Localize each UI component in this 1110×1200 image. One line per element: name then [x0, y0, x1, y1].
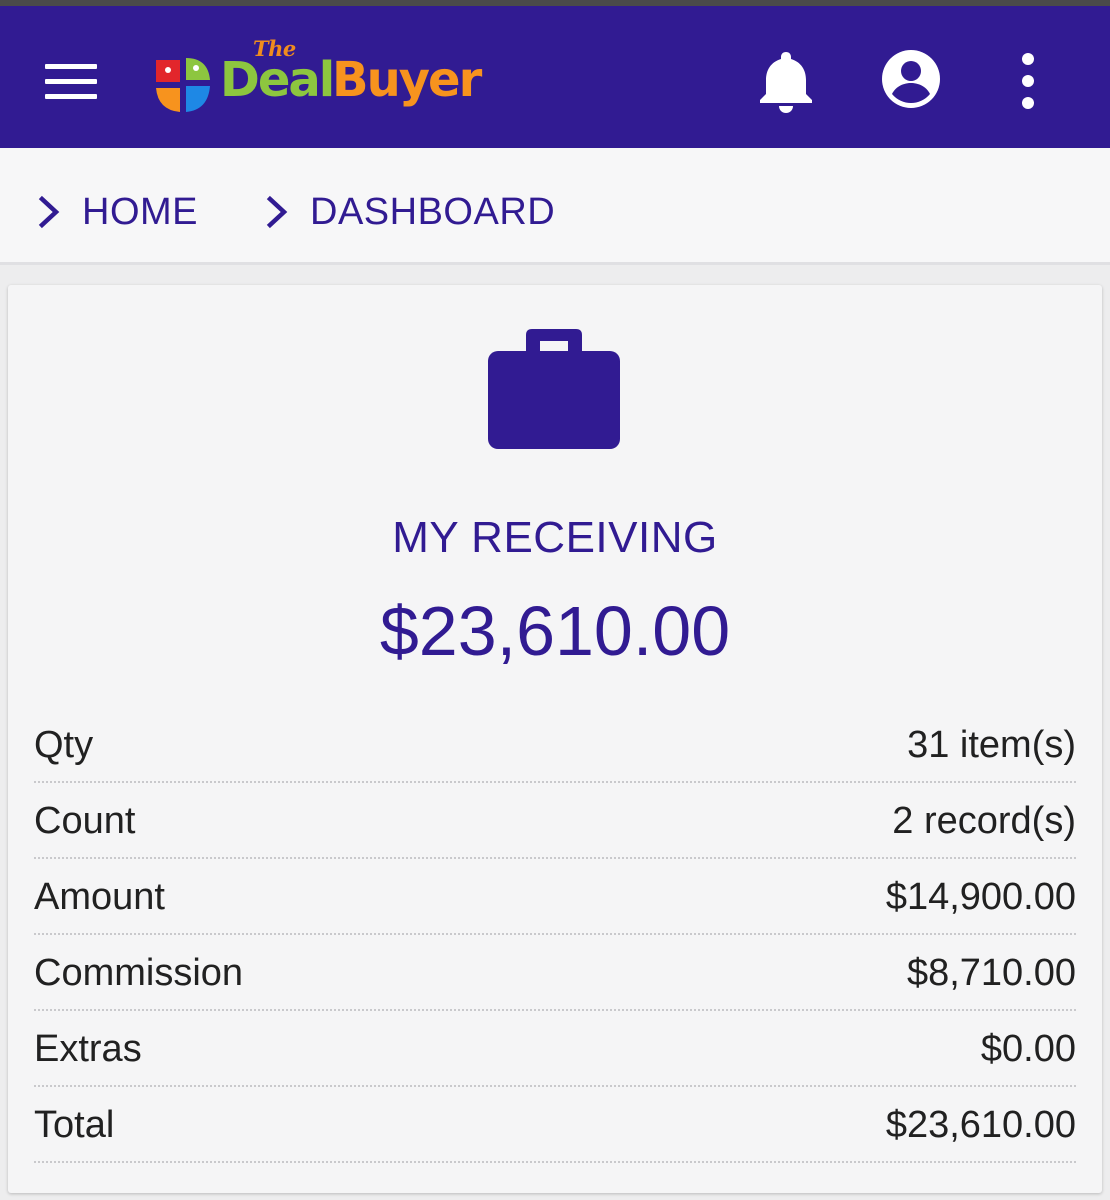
row-value: 31 item(s) [907, 723, 1076, 766]
row-value: $0.00 [980, 1027, 1076, 1070]
summary-row-extras: Extras $0.00 [34, 1013, 1076, 1087]
summary-row-amount: Amount $14,900.00 [34, 861, 1076, 935]
row-value: 2 record(s) [892, 799, 1076, 842]
hamburger-menu-icon [45, 64, 97, 99]
row-label: Extras [34, 1027, 142, 1070]
notifications-button[interactable] [756, 48, 816, 114]
row-value: $14,900.00 [885, 875, 1076, 918]
row-value: $8,710.00 [906, 951, 1076, 994]
receiving-card: MY RECEIVING $23,610.00 Qty 31 item(s) C… [8, 285, 1102, 1193]
breadcrumb-dashboard-label: DASHBOARD [310, 190, 556, 233]
breadcrumb-home-label: HOME [82, 190, 198, 233]
chevron-right-icon [38, 195, 60, 229]
bell-icon [760, 52, 812, 113]
chevron-right-icon [266, 195, 288, 229]
breadcrumb-dashboard[interactable]: DASHBOARD [264, 190, 555, 234]
dealbuyer-logo[interactable]: The Deal Buyer [152, 36, 492, 124]
breadcrumb: HOME DASHBOARD [0, 148, 1110, 265]
more-options-button[interactable] [1008, 50, 1048, 112]
row-label: Commission [34, 951, 244, 994]
row-label: Count [34, 799, 136, 842]
account-circle-icon [882, 50, 940, 108]
logo-deal-text: Deal [220, 52, 335, 108]
more-vertical-icon [1022, 53, 1034, 109]
card-total-amount: $23,610.00 [379, 592, 731, 670]
summary-row-qty: Qty 31 item(s) [34, 709, 1076, 783]
app-bar: The Deal Buyer [0, 6, 1110, 148]
row-label: Qty [34, 723, 94, 766]
summary-row-commission: Commission $8,710.00 [34, 937, 1076, 1011]
row-value: $23,610.00 [885, 1103, 1076, 1146]
row-label: Total [34, 1103, 115, 1146]
logo-mark-icon [156, 58, 210, 112]
summary-row-total: Total $23,610.00 [34, 1089, 1076, 1163]
row-label: Amount [34, 875, 165, 918]
account-button[interactable] [878, 46, 944, 112]
card-title: MY RECEIVING [392, 513, 718, 562]
briefcase-icon [488, 329, 620, 449]
summary-row-count: Count 2 record(s) [34, 785, 1076, 859]
logo-buyer-text: Buyer [332, 52, 482, 108]
breadcrumb-home[interactable]: HOME [36, 190, 198, 234]
summary-list: Qty 31 item(s) Count 2 record(s) Amount … [34, 709, 1076, 1165]
menu-button[interactable] [40, 50, 102, 104]
